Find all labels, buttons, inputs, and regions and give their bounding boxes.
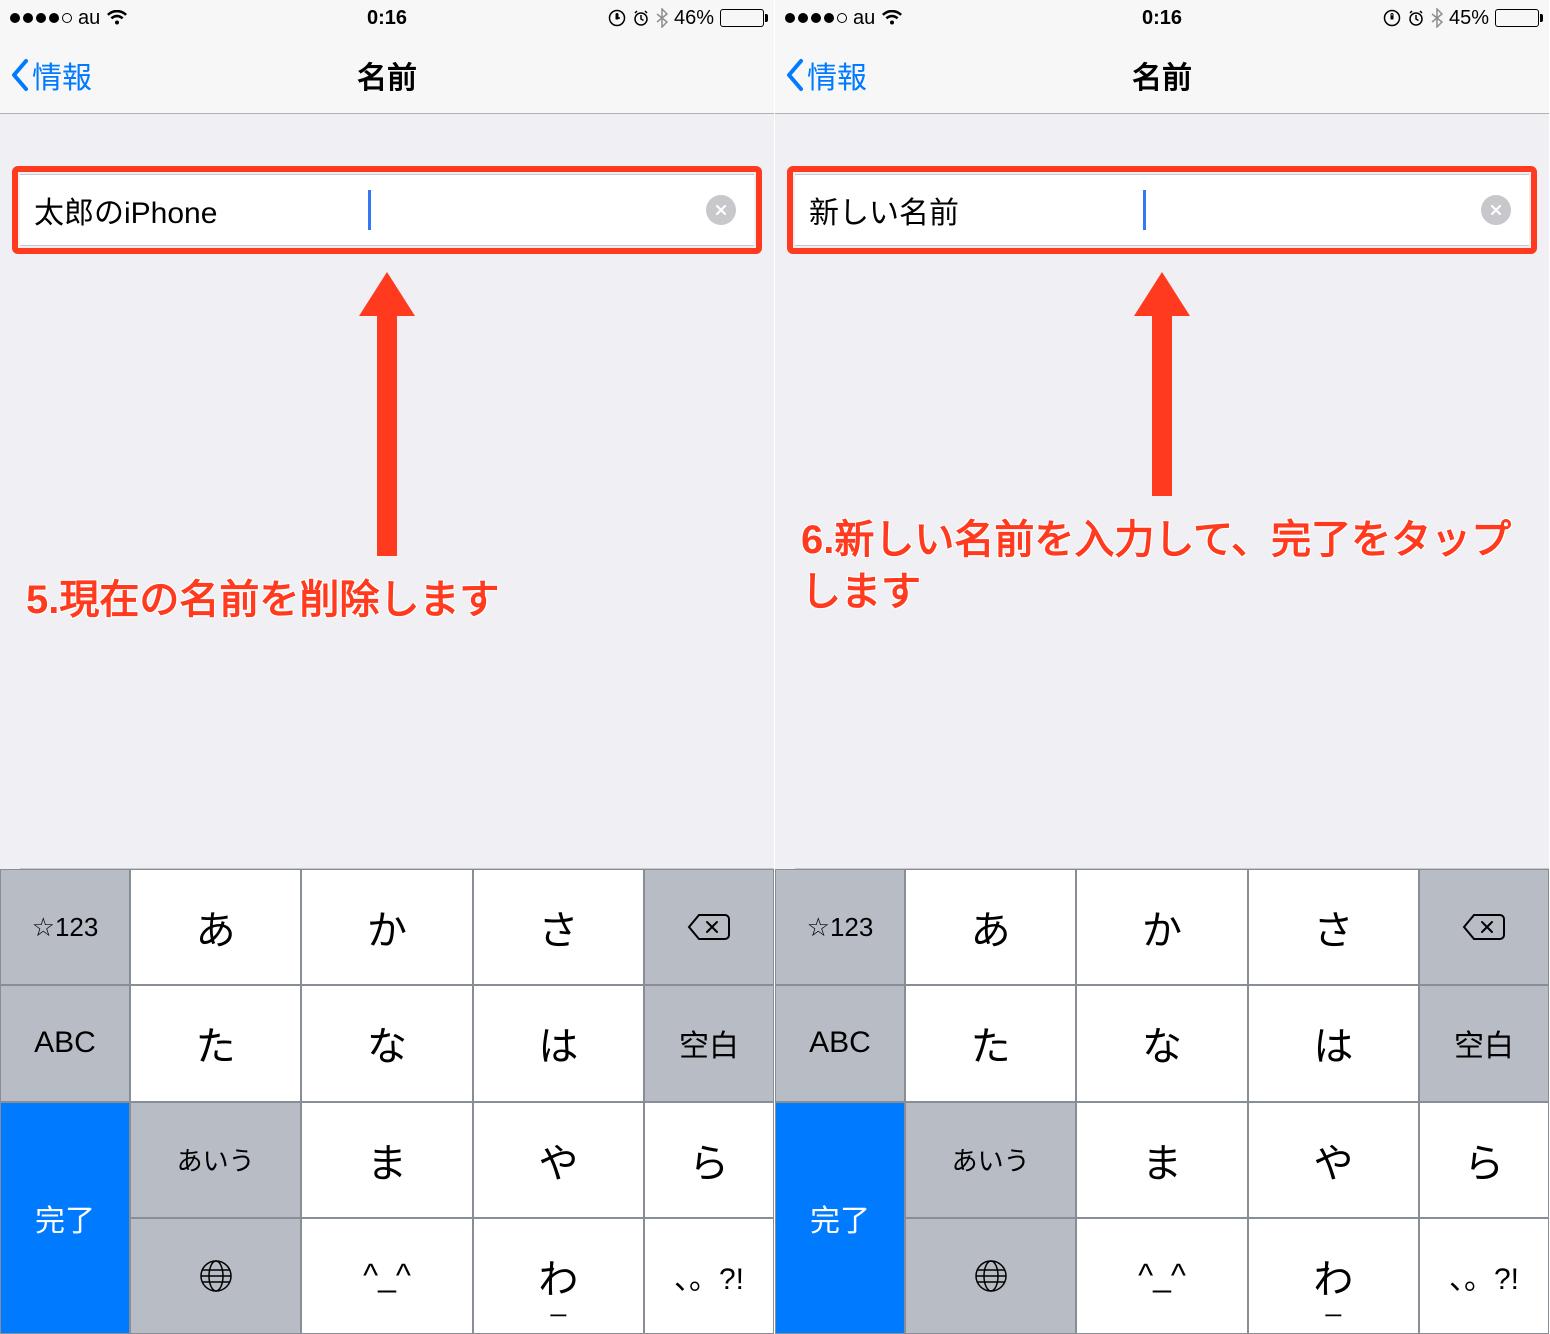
text-cursor	[368, 190, 371, 230]
annotation-highlight-box: 太郎のiPhone	[12, 166, 762, 254]
key-kana-punct[interactable]: 、。?!	[644, 1218, 774, 1334]
annotation-highlight-box: 新しい名前	[787, 166, 1537, 254]
content-area: 太郎のiPhone 5.現在の名前を削除します	[0, 114, 774, 869]
key-kana-ra[interactable]: ら	[644, 1102, 774, 1218]
nav-header: 情報 名前	[0, 36, 774, 114]
key-mode-abc[interactable]: ABC	[0, 985, 130, 1101]
nav-header: 情報 名前	[775, 36, 1549, 114]
clock-label: 0:16	[0, 7, 774, 30]
content-area: 新しい名前 6.新しい名前を入力して、完了をタップします	[775, 114, 1549, 869]
key-globe[interactable]	[905, 1218, 1076, 1334]
key-kana-ta[interactable]: た	[905, 985, 1076, 1101]
key-kana-wa[interactable]: わ ー	[1248, 1218, 1419, 1334]
clock-label: 0:16	[775, 7, 1549, 30]
key-kana-wa[interactable]: わ ー	[473, 1218, 644, 1334]
annotation-arrow	[1134, 272, 1190, 496]
battery-icon	[720, 9, 764, 27]
key-kana-ka[interactable]: か	[301, 869, 472, 985]
key-backspace[interactable]	[644, 869, 774, 985]
key-kana-ma[interactable]: ま	[301, 1102, 472, 1218]
screen-right: au 0:16 45% 情報	[775, 0, 1550, 1334]
status-bar: au 0:16 45%	[775, 0, 1549, 36]
key-kana-ya[interactable]: や	[1248, 1102, 1419, 1218]
key-kana-na[interactable]: な	[1076, 985, 1247, 1101]
key-mode-kana[interactable]: あいう	[905, 1102, 1076, 1218]
key-kana-ka[interactable]: か	[1076, 869, 1247, 985]
key-kana-a[interactable]: あ	[130, 869, 301, 985]
key-mode-kana[interactable]: あいう	[130, 1102, 301, 1218]
annotation-text: 6.新しい名前を入力して、完了をタップします	[801, 514, 1523, 618]
clear-text-button[interactable]	[706, 195, 736, 225]
screen-left: au 0:16 46% 情報	[0, 0, 775, 1334]
key-done[interactable]: 完了	[0, 1102, 130, 1334]
annotation-text: 5.現在の名前を削除します	[26, 574, 748, 626]
key-kana-ha[interactable]: は	[1248, 985, 1419, 1101]
key-mode-abc[interactable]: ABC	[775, 985, 905, 1101]
key-space[interactable]: 空白	[644, 985, 774, 1101]
key-kana-ra[interactable]: ら	[1419, 1102, 1549, 1218]
key-kana-ta[interactable]: た	[130, 985, 301, 1101]
clear-text-button[interactable]	[1481, 195, 1511, 225]
key-kana-ha[interactable]: は	[473, 985, 644, 1101]
key-kana-face[interactable]: ^_^	[1076, 1218, 1247, 1334]
key-backspace[interactable]	[1419, 869, 1549, 985]
name-input-row[interactable]: 新しい名前	[795, 174, 1529, 246]
text-cursor	[1143, 190, 1146, 230]
battery-icon	[1495, 9, 1539, 27]
name-input-row[interactable]: 太郎のiPhone	[20, 174, 754, 246]
page-title: 名前	[775, 53, 1549, 97]
key-kana-ma[interactable]: ま	[1076, 1102, 1247, 1218]
key-kana-ya[interactable]: や	[473, 1102, 644, 1218]
key-kana-na[interactable]: な	[301, 985, 472, 1101]
name-input[interactable]: 新しい名前	[809, 188, 1145, 232]
key-space[interactable]: 空白	[1419, 985, 1549, 1101]
key-globe[interactable]	[130, 1218, 301, 1334]
key-kana-face[interactable]: ^_^	[301, 1218, 472, 1334]
key-done[interactable]: 完了	[775, 1102, 905, 1334]
key-mode-num[interactable]: ☆123	[775, 869, 905, 985]
key-kana-a[interactable]: あ	[905, 869, 1076, 985]
status-bar: au 0:16 46%	[0, 0, 774, 36]
name-input[interactable]: 太郎のiPhone	[34, 188, 370, 232]
annotation-arrow	[359, 272, 415, 556]
key-kana-punct[interactable]: 、。?!	[1419, 1218, 1549, 1334]
key-kana-sa[interactable]: さ	[473, 869, 644, 985]
key-mode-num[interactable]: ☆123	[0, 869, 130, 985]
keyboard: ☆123 あ か さ ABC た な は 空白 あいう ま や ら 完了 ^_^…	[0, 869, 774, 1334]
page-title: 名前	[0, 53, 774, 97]
key-kana-sa[interactable]: さ	[1248, 869, 1419, 985]
keyboard: ☆123 あ か さ ABC た な は 空白 あいう ま や ら 完了 ^_^…	[775, 869, 1549, 1334]
